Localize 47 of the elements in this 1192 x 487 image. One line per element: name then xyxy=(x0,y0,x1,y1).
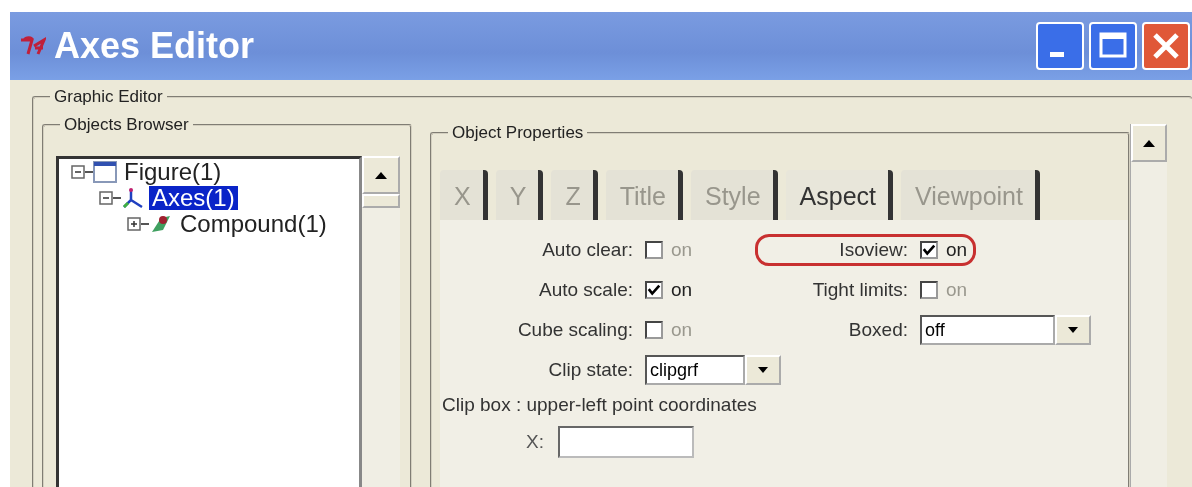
tab[interactable]: Aspect xyxy=(785,170,893,220)
maximize-button[interactable] xyxy=(1089,22,1137,70)
up-arrow-icon xyxy=(1141,138,1157,148)
dropdown[interactable]: off xyxy=(920,315,1055,345)
minimize-icon xyxy=(1050,52,1064,57)
checkbox-label: on xyxy=(946,279,968,301)
scrollbar[interactable] xyxy=(362,156,400,487)
axes-icon xyxy=(121,186,145,210)
scroll-up-button[interactable] xyxy=(362,156,400,194)
minimize-button[interactable] xyxy=(1036,22,1084,70)
checkbox[interactable] xyxy=(920,241,938,259)
tree-item[interactable]: Axes(1) xyxy=(149,186,238,210)
field-label: Auto clear: xyxy=(541,239,633,261)
scrollbar[interactable] xyxy=(1130,124,1167,487)
field-label: Isoview: xyxy=(838,239,908,261)
checkbox[interactable] xyxy=(645,281,663,299)
checkbox-label: on xyxy=(671,239,693,261)
collapse-icon[interactable] xyxy=(71,165,85,179)
checkbox-label: on xyxy=(671,279,693,301)
app-logo-icon xyxy=(20,36,46,56)
scroll-thumb[interactable] xyxy=(362,194,400,208)
field-label: Tight limits: xyxy=(811,279,908,301)
tree-item[interactable]: Figure(1) xyxy=(121,160,225,184)
window-icon xyxy=(93,160,117,184)
checkbox[interactable] xyxy=(645,321,663,339)
checkbox[interactable] xyxy=(920,281,938,299)
checkbox-label: on xyxy=(671,319,693,341)
field-label: Boxed: xyxy=(847,319,908,341)
group-title: Graphic Editor xyxy=(50,87,167,107)
up-arrow-icon xyxy=(373,170,389,180)
scroll-up-button[interactable] xyxy=(1131,124,1167,162)
group-title: Object Properties xyxy=(448,123,588,143)
group-title: Objects Browser xyxy=(60,115,193,135)
collapse-icon[interactable] xyxy=(99,191,113,205)
field-label: X: xyxy=(526,431,544,453)
input-field[interactable] xyxy=(557,426,694,458)
expand-icon[interactable] xyxy=(127,217,141,231)
field-label: Cube scaling: xyxy=(516,319,633,341)
field-label: Auto scale: xyxy=(538,279,633,301)
field-label: Clip state: xyxy=(547,359,633,381)
section-caption: Clip box : upper-left point coordinates xyxy=(442,394,758,416)
window-title: Axes Editor xyxy=(54,25,255,67)
dropdown[interactable]: clipgrf xyxy=(645,355,745,385)
checkbox-label: on xyxy=(946,239,968,261)
checkbox[interactable] xyxy=(645,241,663,259)
close-button[interactable] xyxy=(1142,22,1190,70)
tree-item[interactable]: Compound(1) xyxy=(177,212,330,236)
